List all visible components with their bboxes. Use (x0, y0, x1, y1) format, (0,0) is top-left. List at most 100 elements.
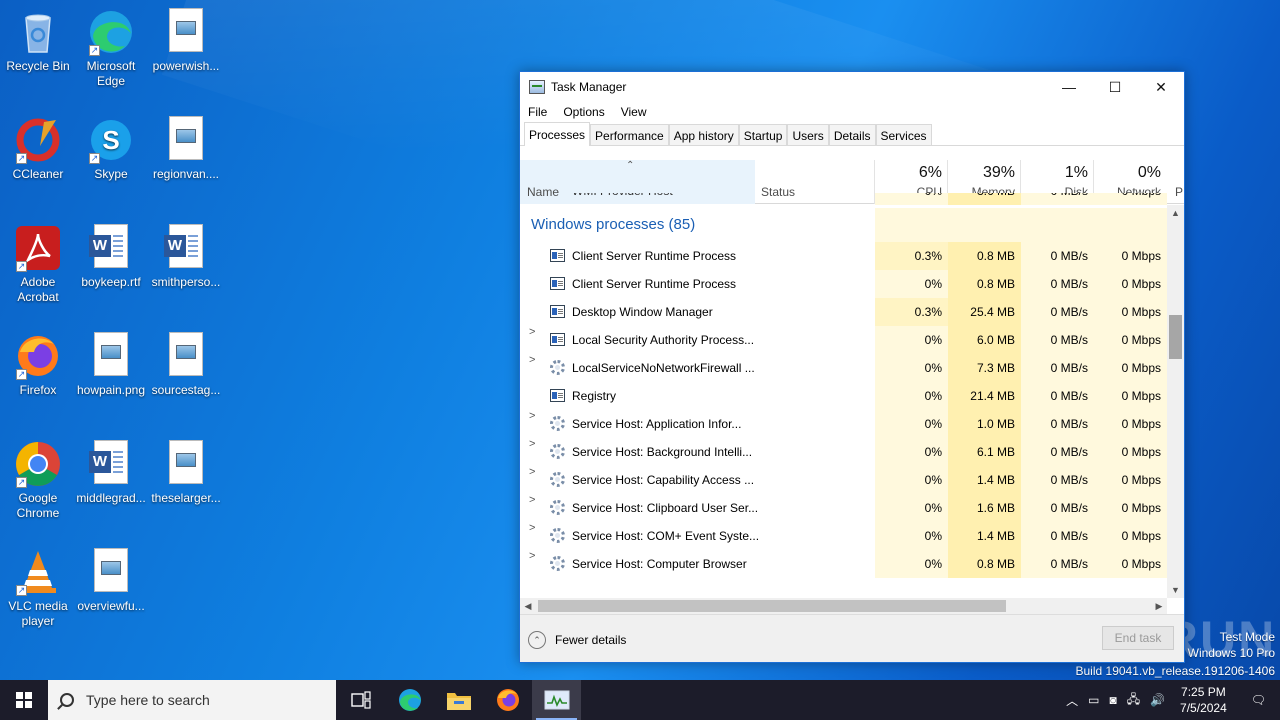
network-cell: 0 Mbps (1094, 410, 1167, 438)
start-button[interactable] (0, 680, 48, 720)
table-row[interactable]: > Service Host: Application Infor... 0% 1.0… (520, 410, 1167, 438)
horizontal-scroll-thumb[interactable] (538, 600, 1006, 612)
icon-label: Recycle Bin (6, 59, 70, 73)
desktop-icon-recycle-bin[interactable]: Recycle Bin (0, 8, 76, 74)
tab-users[interactable]: Users (787, 124, 829, 145)
table-row[interactable]: > Service Host: COM+ Event Syste... 0% 1.4 … (520, 522, 1167, 550)
desktop-icon-skype[interactable]: S ↗ Skype (73, 116, 149, 182)
tab-details[interactable]: Details (828, 124, 876, 145)
desktop-icon-vlc[interactable]: ↗ VLC media player (0, 548, 76, 629)
table-row-partial[interactable]: WMI Provider Host 0% 3.6 MB 0 MB/s 0 Mbp… (520, 193, 1167, 205)
taskbar-search-box[interactable]: Type here to search (48, 680, 336, 720)
desktop-icon-sourcestag[interactable]: sourcestag... (148, 332, 224, 398)
end-task-button[interactable]: End task (1102, 626, 1174, 650)
table-row[interactable]: > LocalServiceNoNetworkFirewall ... 0% 7.3 … (520, 354, 1167, 382)
scroll-left-arrow-icon[interactable]: ◀ (520, 598, 536, 614)
window-icon (550, 389, 565, 402)
scroll-right-arrow-icon[interactable]: ▶ (1151, 598, 1167, 614)
process-name: Service Host: Clipboard User Ser... (572, 501, 759, 515)
expand-chevron-icon[interactable]: > (529, 410, 535, 422)
memory-cell: 25.4 MB (948, 298, 1021, 326)
process-name: Service Host: Computer Browser (572, 557, 747, 571)
clock-time: 7:25 PM (1181, 685, 1226, 699)
table-row[interactable]: Client Server Runtime Process 0.3% 0.8 MB 0… (520, 242, 1167, 270)
desktop-icon-firefox[interactable]: ↗ Firefox (0, 332, 76, 398)
desktop-icon-howpain-png[interactable]: howpain.png (73, 332, 149, 398)
table-row[interactable]: Registry 0% 21.4 MB 0 MB/s 0 Mbps (520, 382, 1167, 410)
table-row[interactable]: > Local Security Authority Process... 0% 6.… (520, 326, 1167, 354)
table-row[interactable]: Desktop Window Manager 0.3% 25.4 MB 0 MB/s 0… (520, 298, 1167, 326)
cpu-cell: 0% (875, 382, 948, 410)
desktop-icon-regionvan[interactable]: regionvan.... (148, 116, 224, 182)
expand-chevron-icon[interactable]: > (529, 466, 535, 478)
scroll-up-arrow-icon[interactable]: ▲ (1167, 205, 1184, 221)
expand-chevron-icon[interactable]: > (529, 354, 535, 366)
shortcut-arrow-icon: ↗ (16, 261, 27, 272)
disk-cell: 0 MB/s (1021, 298, 1094, 326)
desktop-icon-google-chrome[interactable]: ↗ Google Chrome (0, 440, 76, 521)
tray-device-icon[interactable]: ◙ (1104, 693, 1121, 707)
window-icon (550, 333, 565, 346)
disk-cell: 0 MB/s (1021, 466, 1094, 494)
menu-view[interactable]: View (617, 105, 659, 119)
minimize-button[interactable]: — (1046, 72, 1092, 102)
desktop-icon-adobe-acrobat[interactable]: ↗ Adobe Acrobat (0, 224, 76, 305)
desktop-icon-boykeep-rtf[interactable]: W boykeep.rtf (73, 224, 149, 290)
expand-chevron-icon[interactable]: > (529, 438, 535, 450)
tab-app-history[interactable]: App history (668, 124, 739, 145)
menu-options[interactable]: Options (559, 105, 616, 119)
taskbar-clock[interactable]: 7:25 PM 7/5/2024 (1170, 684, 1237, 716)
menu-bar: File Options View (520, 102, 1184, 122)
horizontal-scrollbar[interactable]: ◀ ▶ (520, 598, 1167, 614)
group-header-windows-processes[interactable]: Windows processes (85) (520, 208, 1167, 242)
search-placeholder: Type here to search (86, 692, 210, 708)
taskbar-edge-button[interactable] (385, 680, 434, 720)
column-header-power[interactable]: P (1167, 160, 1184, 204)
memory-cell: 0.8 MB (948, 270, 1021, 298)
desktop-icon-middlegrad[interactable]: W middlegrad... (73, 440, 149, 506)
title-bar[interactable]: Task Manager — ☐ ✕ (520, 72, 1184, 102)
ccleaner-icon: ↗ (14, 116, 62, 164)
fewer-details-button[interactable]: ⌃ Fewer details (528, 631, 626, 649)
expand-chevron-icon[interactable]: > (529, 522, 535, 534)
table-row[interactable]: > Service Host: Background Intelli... 0% 6.… (520, 438, 1167, 466)
taskbar-file-explorer-button[interactable] (434, 680, 483, 720)
expand-chevron-icon[interactable]: > (529, 326, 535, 338)
expand-chevron-icon[interactable]: > (529, 550, 535, 562)
desktop-icon-powerwish[interactable]: powerwish... (148, 8, 224, 74)
desktop-icon-ccleaner[interactable]: ↗ CCleaner (0, 116, 76, 182)
volume-icon[interactable]: 🔊 (1145, 693, 1170, 707)
tab-startup[interactable]: Startup (738, 124, 788, 145)
taskbar-task-manager-button[interactable] (532, 680, 581, 720)
desktop-icon-theselarger[interactable]: theselarger... (148, 440, 224, 506)
table-row[interactable]: Client Server Runtime Process 0% 0.8 MB 0 M… (520, 270, 1167, 298)
desktop-icon-microsoft-edge[interactable]: ↗ Microsoft Edge (73, 8, 149, 89)
tab-performance[interactable]: Performance (590, 124, 669, 145)
close-button[interactable]: ✕ (1138, 72, 1184, 102)
memory-cell: 0.8 MB (948, 550, 1021, 578)
maximize-button[interactable]: ☐ (1092, 72, 1138, 102)
desktop-icon-smithperso[interactable]: W smithperso... (148, 224, 224, 290)
scroll-down-arrow-icon[interactable]: ▼ (1167, 582, 1184, 598)
notification-center-icon[interactable]: 🗨 (1237, 693, 1280, 707)
tab-services[interactable]: Services (875, 124, 932, 145)
vertical-scrollbar[interactable]: ▲ ▼ (1167, 205, 1184, 598)
edge-icon (398, 689, 421, 711)
word-document-icon: W (87, 440, 135, 488)
tab-processes[interactable]: Processes (524, 122, 591, 146)
table-row[interactable]: > Service Host: Capability Access ... 0% 1.… (520, 466, 1167, 494)
table-row[interactable]: > Service Host: Computer Browser 0% 0.8 MB 0… (520, 550, 1167, 578)
show-hidden-icons-chevron-icon[interactable]: ︿ (1061, 692, 1083, 709)
task-view-button[interactable] (336, 680, 385, 720)
network-icon[interactable]: 🖧 (1122, 690, 1145, 711)
cpu-cell: 0% (875, 354, 948, 382)
taskbar-firefox-button[interactable] (483, 680, 532, 720)
menu-file[interactable]: File (524, 105, 559, 119)
tray-app-icon[interactable]: ▭ (1083, 693, 1104, 707)
table-row[interactable]: > Service Host: Clipboard User Ser... 0% 1.… (520, 494, 1167, 522)
adobe-acrobat-icon: ↗ (14, 224, 62, 272)
vertical-scroll-thumb[interactable] (1169, 315, 1182, 359)
process-name: LocalServiceNoNetworkFirewall ... (572, 361, 755, 375)
expand-chevron-icon[interactable]: > (529, 494, 535, 506)
desktop-icon-overviewfu[interactable]: overviewfu... (73, 548, 149, 614)
